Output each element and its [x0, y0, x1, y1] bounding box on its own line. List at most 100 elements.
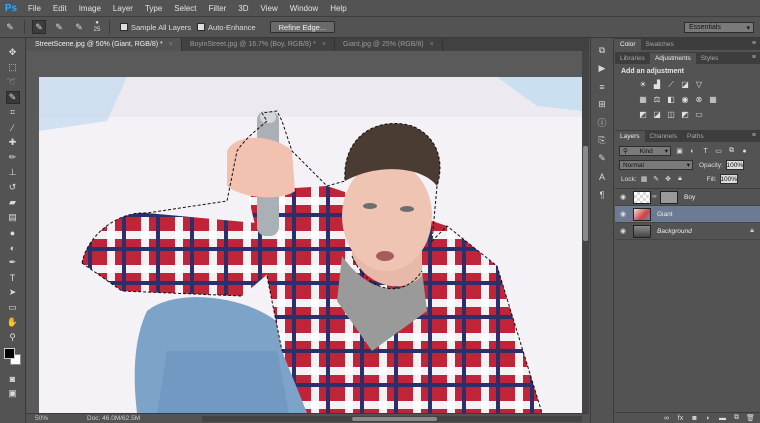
add-to-selection-icon[interactable]: ✎: [52, 20, 66, 34]
tab-swatches[interactable]: Swatches: [641, 39, 679, 50]
color-swatches[interactable]: [3, 348, 22, 366]
add-mask-icon[interactable]: ◙: [689, 414, 700, 423]
clone-stamp-tool-icon[interactable]: ⊥: [6, 166, 20, 179]
tab-paths[interactable]: Paths: [682, 131, 709, 142]
tab-boyinstreet[interactable]: BoyinStreet.jpg @ 16.7% (Boy, RGB/8) * ×: [182, 38, 335, 51]
tab-adjustments[interactable]: Adjustments: [649, 53, 696, 64]
document-canvas[interactable]: [27, 51, 582, 413]
exposure-icon[interactable]: ◪: [679, 79, 691, 90]
layer-row-background[interactable]: ◉ Background 🔒︎: [615, 223, 760, 240]
gradient-tool-icon[interactable]: ▤: [6, 211, 20, 224]
quick-selection-tool-icon[interactable]: ✎: [5, 91, 20, 104]
history-brush-tool-icon[interactable]: ↺: [6, 181, 20, 194]
channel-mixer-icon[interactable]: ⊗: [693, 94, 705, 105]
lock-pixels-icon[interactable]: ✎: [652, 174, 661, 184]
threshold-icon[interactable]: ◫: [665, 109, 677, 120]
posterize-icon[interactable]: ◪: [651, 109, 663, 120]
black-white-icon[interactable]: ◧: [665, 94, 677, 105]
new-layer-icon[interactable]: ⧉: [731, 414, 742, 423]
photo-filter-icon[interactable]: ◉: [679, 94, 691, 105]
gradient-map-icon[interactable]: ▭: [693, 109, 705, 120]
tab-color[interactable]: Color: [615, 39, 641, 50]
link-icon[interactable]: ∞: [652, 194, 657, 200]
eye-icon[interactable]: ◉: [618, 209, 628, 219]
new-adjustment-icon[interactable]: ◐: [703, 414, 714, 423]
layer-name[interactable]: Boy: [684, 194, 760, 201]
panel-menu-icon[interactable]: ≡: [752, 40, 756, 47]
quick-mask-icon[interactable]: ◙: [6, 372, 20, 385]
menu-window[interactable]: Window: [284, 4, 324, 13]
auto-enhance-checkbox[interactable]: [197, 23, 206, 31]
blur-tool-icon[interactable]: ●: [6, 226, 20, 239]
delete-layer-icon[interactable]: 🗑︎: [745, 414, 756, 423]
zoom-level[interactable]: 50%: [27, 415, 57, 422]
new-selection-icon[interactable]: ✎: [32, 20, 46, 34]
selective-color-icon[interactable]: ◩: [679, 109, 691, 120]
layer-mask-thumbnail[interactable]: [660, 190, 678, 204]
rectangle-tool-icon[interactable]: ▭: [6, 301, 20, 314]
brush-tool-icon[interactable]: ✏: [6, 151, 20, 164]
layer-row-giant[interactable]: ◉ Giant: [615, 206, 760, 223]
sample-all-layers-checkbox[interactable]: [120, 23, 128, 31]
menu-view[interactable]: View: [255, 4, 284, 13]
filter-kind-select[interactable]: ⚲ Kind ▾: [619, 146, 671, 156]
layer-name[interactable]: Background: [657, 228, 750, 235]
color-balance-icon[interactable]: ⚖: [651, 94, 663, 105]
eraser-tool-icon[interactable]: ▰: [6, 196, 20, 209]
layer-comps-icon[interactable]: ≡: [595, 80, 609, 93]
eye-icon[interactable]: ◉: [618, 226, 628, 236]
brush-presets-icon[interactable]: ⊞: [595, 98, 609, 111]
menu-select[interactable]: Select: [168, 4, 202, 13]
history-icon[interactable]: ⧉: [595, 44, 609, 57]
vibrance-icon[interactable]: ▽: [693, 79, 705, 90]
quick-selection-preset-icon[interactable]: ✎: [3, 20, 17, 34]
eyedropper-tool-icon[interactable]: ⁄: [6, 121, 20, 134]
type-tool-icon[interactable]: T: [6, 271, 20, 284]
tab-streetscene[interactable]: StreetScene.jpg @ 50% (Giant, RGB/8) * ×: [27, 38, 182, 51]
adjustment-filter-icon[interactable]: ◐: [688, 146, 697, 156]
panel-menu-icon[interactable]: ≡: [752, 132, 756, 139]
tab-giant[interactable]: Giant.jpg @ 25% (RGB/8) ×: [335, 38, 443, 51]
close-icon[interactable]: ×: [430, 41, 434, 48]
hue-saturation-icon[interactable]: ▦: [637, 94, 649, 105]
brush-icon[interactable]: ✎: [595, 152, 609, 165]
clone-source-icon[interactable]: ⎘: [595, 134, 609, 147]
layer-row-boy[interactable]: ◉ ∞ Boy: [615, 189, 760, 206]
path-selection-tool-icon[interactable]: ➤: [6, 286, 20, 299]
smart-object-filter-icon[interactable]: ⧉: [727, 146, 736, 156]
refine-edge-button[interactable]: Refine Edge...: [269, 21, 336, 33]
zoom-tool-icon[interactable]: ⚲: [6, 331, 20, 344]
hand-tool-icon[interactable]: ✋: [6, 316, 20, 329]
foreground-color-swatch[interactable]: [3, 348, 15, 359]
marquee-tool-icon[interactable]: ⬚: [6, 61, 20, 74]
tab-layers[interactable]: Layers: [615, 131, 645, 142]
info-icon[interactable]: ⓘ: [595, 116, 609, 129]
close-icon[interactable]: ×: [322, 41, 326, 48]
horizontal-scrollbar[interactable]: [202, 416, 582, 422]
invert-icon[interactable]: ◩: [637, 109, 649, 120]
shape-filter-icon[interactable]: ▭: [714, 146, 723, 156]
scroll-thumb[interactable]: [583, 146, 588, 241]
tab-channels[interactable]: Channels: [645, 131, 682, 142]
panel-menu-icon[interactable]: ≡: [752, 54, 756, 61]
tab-libraries[interactable]: Libraries: [615, 53, 650, 64]
healing-brush-tool-icon[interactable]: ✚: [6, 136, 20, 149]
screen-mode-icon[interactable]: ▣: [6, 387, 20, 400]
menu-layer[interactable]: Layer: [107, 4, 139, 13]
menu-file[interactable]: File: [22, 4, 47, 13]
blend-mode-select[interactable]: Normal ▾: [619, 160, 693, 170]
layer-style-icon[interactable]: fx: [675, 414, 686, 423]
brush-size-picker[interactable]: ● 25: [89, 20, 105, 34]
filter-toggle-icon[interactable]: ●: [740, 146, 749, 156]
curves-icon[interactable]: ⟋: [665, 79, 677, 90]
close-icon[interactable]: ×: [169, 41, 173, 48]
menu-image[interactable]: Image: [73, 4, 107, 13]
crop-tool-icon[interactable]: ⌗: [6, 106, 20, 119]
scroll-thumb[interactable]: [352, 417, 437, 421]
eye-icon[interactable]: ◉: [618, 192, 628, 202]
character-icon[interactable]: A: [595, 170, 609, 183]
workspace-select[interactable]: Essentials ▾: [684, 22, 754, 33]
lock-position-icon[interactable]: ✥: [664, 174, 673, 184]
pixel-filter-icon[interactable]: ▣: [675, 146, 684, 156]
pen-tool-icon[interactable]: ✒: [6, 256, 20, 269]
